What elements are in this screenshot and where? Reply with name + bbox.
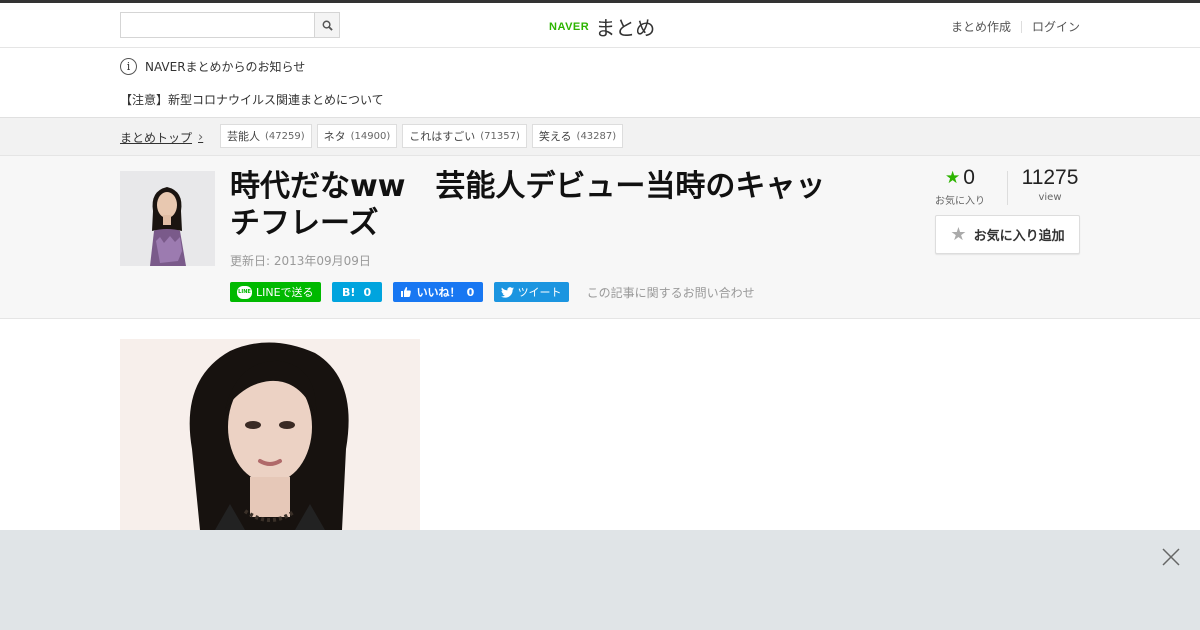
site-header: NAVER まとめ まとめ作成 ログイン xyxy=(0,3,1200,48)
search-box xyxy=(120,12,340,38)
logo-brand: NAVER xyxy=(549,20,590,33)
add-favorite-button[interactable]: ★ お気に入り追加 xyxy=(935,215,1080,254)
tag-label: ネタ xyxy=(323,130,346,143)
tag-count: (43287) xyxy=(576,130,617,142)
tag-count: (14900) xyxy=(350,130,391,142)
search-button[interactable] xyxy=(314,13,339,37)
nav-divider xyxy=(1020,20,1022,33)
search-input[interactable] xyxy=(121,13,314,37)
views-count: 11275 xyxy=(1021,166,1079,189)
close-icon[interactable] xyxy=(1162,548,1180,566)
star-icon: ★ xyxy=(950,224,967,245)
twitter-bird-icon xyxy=(500,286,514,298)
tag-neta[interactable]: ネタ (14900) xyxy=(316,124,398,148)
tweet-label: ツイート xyxy=(517,286,562,299)
star-icon: ★ xyxy=(945,168,961,187)
article-inquiry-link[interactable]: この記事に関するお問い合わせ xyxy=(587,284,755,301)
line-icon: LINE xyxy=(237,285,252,299)
ad-overlay-bar xyxy=(0,530,1200,630)
notice-heading[interactable]: i NAVERまとめからのお知らせ xyxy=(120,58,305,75)
tag-count: (47259) xyxy=(265,130,305,142)
stats-divider xyxy=(1007,171,1008,205)
article-stats: ★ 0 お気に入り 11275 view xyxy=(925,166,1080,207)
favorites-count: 0 xyxy=(963,166,975,189)
login-link[interactable]: ログイン xyxy=(1032,18,1080,35)
create-matome-link[interactable]: まとめ作成 xyxy=(951,18,1011,35)
tag-label: これはすごい xyxy=(409,130,476,143)
views-label: view xyxy=(1038,192,1062,203)
hatena-icon: B! xyxy=(342,285,356,299)
facebook-like-icon xyxy=(400,287,411,297)
add-favorite-label: お気に入り追加 xyxy=(973,229,1065,244)
tweet-button[interactable]: ツイート xyxy=(493,282,569,302)
breadcrumb-top-label: まとめトップ xyxy=(120,131,193,145)
views-stat: 11275 view xyxy=(1020,166,1080,207)
notice-area: i NAVERまとめからのお知らせ 【注意】新型コロナウイルス関連まとめについて xyxy=(0,48,1200,118)
thumbnail-portrait xyxy=(120,171,215,266)
author-thumbnail[interactable] xyxy=(120,171,215,266)
info-icon: i xyxy=(120,58,137,75)
notice-item-link[interactable]: 【注意】新型コロナウイルス関連まとめについて xyxy=(120,91,384,108)
tag-geinoujin[interactable]: 芸能人 (47259) xyxy=(220,124,312,148)
article-header: 時代だなww 芸能人デビュー当時のキャッチフレーズ 更新日: 2013年09月0… xyxy=(0,156,1200,319)
breadcrumb: まとめトップ › 芸能人 (47259) ネタ (14900) これはすごい (… xyxy=(0,118,1200,156)
tag-korehasugoi[interactable]: これはすごい (71357) xyxy=(402,124,527,148)
breadcrumb-top-link[interactable]: まとめトップ › xyxy=(120,129,203,146)
search-icon xyxy=(322,20,333,31)
line-share-button[interactable]: LINE LINEで送る xyxy=(230,282,321,302)
favorites-label: お気に入り xyxy=(935,196,985,207)
header-nav: まとめ作成 ログイン xyxy=(951,18,1080,35)
tag-waraeru[interactable]: 笑える (43287) xyxy=(531,124,624,148)
tag-label: 笑える xyxy=(538,130,572,143)
article-title: 時代だなww 芸能人デビュー当時のキャッチフレーズ xyxy=(230,169,826,241)
logo-service: まとめ xyxy=(595,16,656,40)
favorites-value: ★ 0 xyxy=(925,166,995,190)
main-portrait xyxy=(120,339,420,530)
notice-heading-text: NAVERまとめからのお知らせ xyxy=(145,60,306,74)
hatena-count: 0 xyxy=(363,285,372,299)
tag-count: (71357) xyxy=(480,130,520,142)
hatena-bookmark-button[interactable]: B! 0 xyxy=(331,282,382,302)
favorites-stat: ★ 0 お気に入り xyxy=(925,166,995,207)
article-main-image[interactable] xyxy=(120,339,420,530)
updated-date: 更新日: 2013年09月09日 xyxy=(230,254,371,268)
tag-label: 芸能人 xyxy=(227,130,260,143)
like-label: いいね！ xyxy=(416,286,461,299)
share-bar: LINE LINEで送る B! 0 いいね！ 0 ツイート この記事に関するお問… xyxy=(230,282,755,302)
tag-list: 芸能人 (47259) ネタ (14900) これはすごい (71357) 笑え… xyxy=(220,124,628,148)
like-count: 0 xyxy=(466,285,475,299)
site-logo[interactable]: NAVER まとめ xyxy=(549,12,655,41)
chevron-right-icon: › xyxy=(198,130,204,145)
facebook-like-button[interactable]: いいね！ 0 xyxy=(392,282,483,302)
line-share-label: LINEで送る xyxy=(256,286,314,299)
